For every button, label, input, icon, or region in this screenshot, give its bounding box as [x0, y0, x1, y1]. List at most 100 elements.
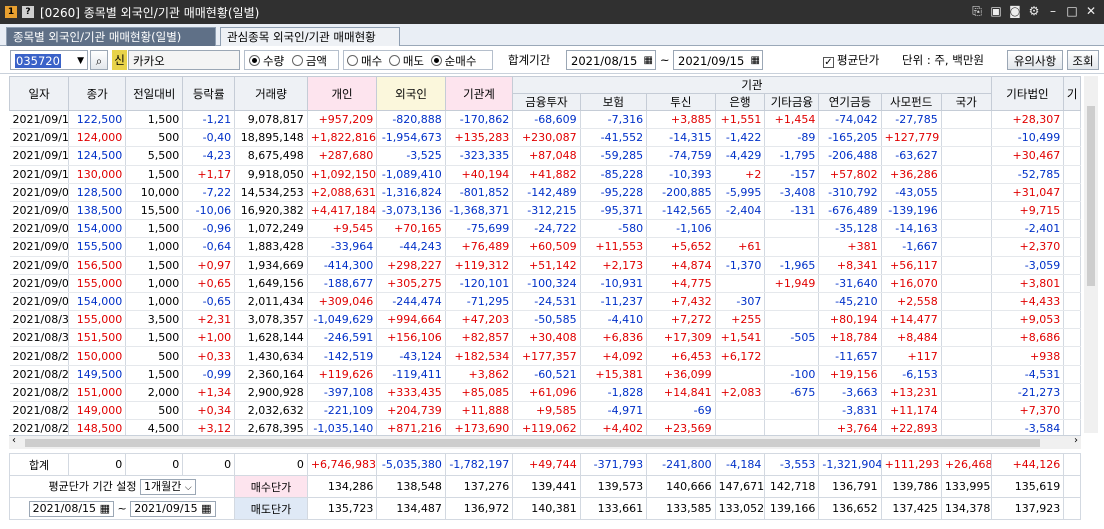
- value-cell: 154,000: [68, 292, 127, 312]
- pin-icon[interactable]: 1: [5, 6, 17, 18]
- value-cell: [941, 256, 992, 275]
- table-row[interactable]: 2021/09/14124,000500-0,4018,895,148+1,82…: [9, 128, 1081, 148]
- table-row[interactable]: 2021/08/31155,0003,500+2,313,078,357-1,0…: [9, 310, 1081, 330]
- col-financial-invest[interactable]: 금융투자: [512, 93, 581, 111]
- value-cell: 149,500: [68, 365, 127, 384]
- query-button[interactable]: 조회: [1067, 50, 1099, 70]
- table-row[interactable]: 2021/09/07154,0001,500-0,961,072,249+9,5…: [9, 219, 1081, 239]
- col-foreign[interactable]: 외국인: [376, 76, 446, 111]
- value-cell: [941, 183, 992, 202]
- value-cell: -50,585: [512, 310, 581, 330]
- table-row[interactable]: 2021/09/15122,5001,500-1,219,078,817+957…: [9, 110, 1081, 130]
- value-cell: 151,500: [68, 328, 127, 348]
- col-bank[interactable]: 은행: [714, 93, 766, 111]
- stock-name-field: 카카오: [128, 50, 240, 70]
- value-cell: -0,64: [182, 237, 236, 257]
- value-cell: [1063, 201, 1081, 221]
- calendar-icon[interactable]: ▦: [751, 51, 760, 71]
- scroll-left-icon[interactable]: ‹: [12, 435, 16, 446]
- col-last[interactable]: 기: [1063, 76, 1081, 111]
- scroll-thumb[interactable]: [1087, 106, 1095, 286]
- avg-date-to-input[interactable]: 2021/09/15 ▦: [130, 500, 216, 517]
- value-cell: -0,96: [182, 219, 236, 239]
- table-row[interactable]: 2021/08/26149,5001,500-0,992,360,164+119…: [9, 365, 1081, 384]
- table-row[interactable]: 2021/09/01154,0001,000-0,652,011,434+309…: [9, 292, 1081, 312]
- horizontal-scrollbar[interactable]: ‹ ›: [9, 435, 1081, 449]
- sell-price-cell: 139,166: [764, 497, 820, 520]
- table-row[interactable]: 2021/09/08138,50015,500-10,0616,920,382+…: [9, 201, 1081, 221]
- col-pension[interactable]: 연기금등: [818, 93, 882, 111]
- camera-icon[interactable]: ◙: [1008, 3, 1022, 19]
- col-inst-total[interactable]: 기관계: [444, 76, 514, 111]
- minimize-icon[interactable]: –: [1046, 3, 1060, 19]
- sell-price-row: 2021/08/15 ▦ ~ 2021/09/15 ▦ 매도단가 135,723…: [8, 497, 1081, 520]
- date-to-input[interactable]: 2021/09/15 ▦: [673, 50, 763, 70]
- close-icon[interactable]: ✕: [1084, 3, 1098, 19]
- scroll-right-icon[interactable]: ›: [1074, 435, 1078, 446]
- value-cell: +119,626: [307, 365, 378, 384]
- value-cell: -142,489: [512, 183, 581, 202]
- calendar-icon: ▦: [201, 501, 212, 515]
- col-volume[interactable]: 거래량: [234, 76, 308, 111]
- table-row[interactable]: 2021/09/03156,5001,500+0,971,934,669-414…: [9, 256, 1081, 275]
- value-cell: +6,453: [646, 346, 716, 366]
- table-row[interactable]: 2021/08/24149,000500+0,342,032,632-221,1…: [9, 401, 1081, 421]
- period-label: 합계기간: [508, 53, 551, 67]
- summary-label: 합계: [8, 453, 70, 476]
- date-from-input[interactable]: 2021/08/15 ▦: [566, 50, 656, 70]
- col-individual[interactable]: 개인: [306, 76, 378, 111]
- tab-stock-daily[interactable]: 종목별 외국인/기관 매매현황(일별): [6, 27, 216, 46]
- col-insurance[interactable]: 보험: [579, 93, 648, 111]
- table-row[interactable]: 2021/09/13124,5005,500-4,238,675,498+287…: [9, 146, 1081, 166]
- stock-code-input[interactable]: 035720 ▼: [10, 50, 88, 70]
- tab-watchlist[interactable]: 관심종목 외국인/기관 매매현황: [220, 27, 400, 46]
- maximize-icon[interactable]: □: [1065, 3, 1079, 19]
- link-icon[interactable]: ⎘: [970, 3, 984, 19]
- radio-buy[interactable]: 매수: [347, 54, 382, 68]
- value-cell: +117: [881, 346, 942, 366]
- col-private-fund[interactable]: 사모펀드: [880, 93, 942, 111]
- chevron-down-icon[interactable]: ▼: [77, 51, 84, 71]
- avg-price-checkbox[interactable]: ✓ 평균단가: [823, 50, 879, 70]
- scroll-thumb[interactable]: [25, 439, 1040, 447]
- check-icon: ✓: [823, 57, 834, 68]
- col-close[interactable]: 종가: [68, 76, 127, 111]
- radio-amount[interactable]: 금액: [291, 54, 327, 68]
- value-cell: -142,519: [307, 346, 378, 366]
- summary-cell: 0: [234, 453, 308, 476]
- radio-quantity[interactable]: 수량: [249, 54, 284, 68]
- vertical-scrollbar[interactable]: [1084, 76, 1098, 433]
- value-cell: -1,370: [715, 256, 766, 275]
- radio-sell[interactable]: 매도: [388, 54, 424, 68]
- period-select[interactable]: 1개월간 ⌵: [139, 479, 196, 495]
- col-nation[interactable]: 국가: [940, 93, 992, 111]
- col-other-finance[interactable]: 기타금융: [764, 93, 820, 111]
- col-change[interactable]: 전일대비: [125, 76, 184, 111]
- value-cell: +61,096: [512, 383, 581, 403]
- calendar-icon[interactable]: ▦: [644, 51, 653, 71]
- gear-icon[interactable]: ⚙: [1027, 3, 1041, 19]
- table-row[interactable]: 2021/09/06155,5001,000-0,641,883,428-33,…: [9, 237, 1081, 257]
- col-trust[interactable]: 투신: [646, 93, 716, 111]
- col-date[interactable]: 일자: [8, 76, 70, 111]
- help-icon[interactable]: ?: [22, 6, 34, 18]
- table-row[interactable]: 2021/08/30151,5001,500+1,001,628,144-246…: [9, 328, 1081, 348]
- table-row[interactable]: 2021/09/10130,0001,500+1,179,918,050+1,0…: [9, 165, 1081, 184]
- table-row[interactable]: 2021/08/25151,0002,000+1,342,900,928-397…: [9, 383, 1081, 403]
- value-cell: +333,435: [376, 383, 446, 403]
- value-cell: 15,500: [125, 201, 184, 221]
- copy-icon[interactable]: ▣: [989, 3, 1003, 19]
- search-button[interactable]: ⌕: [90, 50, 108, 70]
- notice-button[interactable]: 유의사항: [1007, 50, 1063, 70]
- buy-price-cell: 147,671: [714, 475, 766, 498]
- table-row[interactable]: 2021/09/02155,0001,000+0,651,649,156-188…: [9, 274, 1081, 293]
- value-cell: -120,101: [445, 274, 514, 293]
- col-other-corp[interactable]: 기타법인: [990, 76, 1065, 111]
- sell-price-cell: 140,381: [512, 497, 581, 520]
- avg-date-from-input[interactable]: 2021/08/15 ▦: [28, 500, 114, 517]
- radio-net-buy[interactable]: 순매수: [430, 54, 476, 68]
- table-row[interactable]: 2021/09/09128,50010,000-7,2214,534,253+2…: [9, 183, 1081, 202]
- col-rate[interactable]: 등락률: [182, 76, 236, 111]
- table-row[interactable]: 2021/08/27150,000500+0,331,430,634-142,5…: [9, 346, 1081, 366]
- value-cell: [941, 365, 992, 384]
